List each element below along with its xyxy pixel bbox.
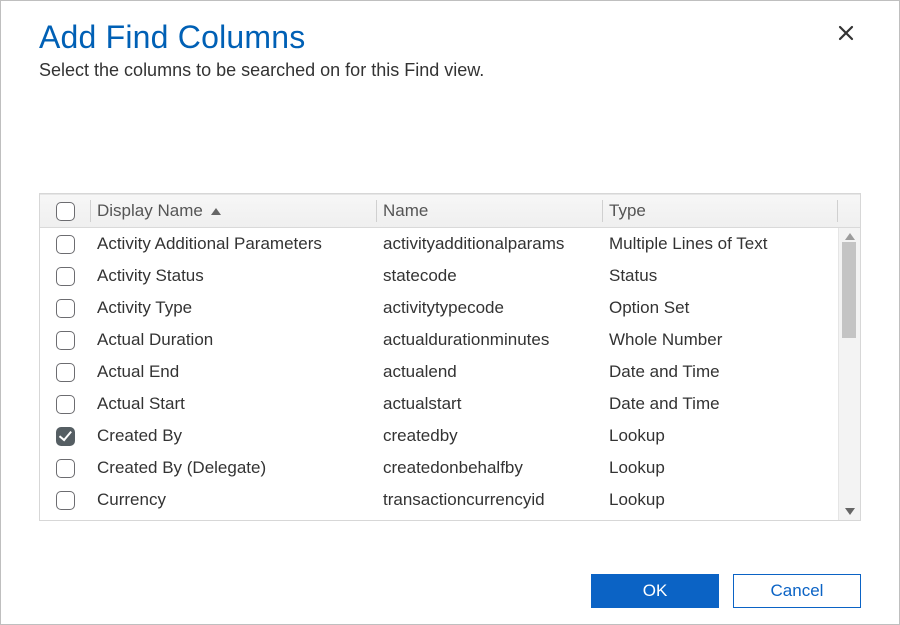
table-row[interactable]: Actual StartactualstartDate and Time xyxy=(40,388,838,420)
grid-body: Activity Additional Parametersactivityad… xyxy=(40,228,860,520)
table-row[interactable]: Activity TypeactivitytypecodeOption Set xyxy=(40,292,838,324)
sort-ascending-icon xyxy=(211,208,221,215)
table-row[interactable]: Created BycreatedbyLookup xyxy=(40,420,838,452)
column-header-type[interactable]: Type xyxy=(603,201,837,221)
cell-display-name: Activity Type xyxy=(91,298,376,318)
row-checkbox[interactable] xyxy=(56,395,75,414)
column-divider xyxy=(837,200,838,222)
cell-name: transactioncurrencyid xyxy=(377,490,602,510)
cell-display-name: Actual Start xyxy=(91,394,376,414)
dialog-title: Add Find Columns xyxy=(39,19,305,56)
close-button[interactable] xyxy=(831,19,861,49)
row-checkbox[interactable] xyxy=(56,427,75,446)
cell-type: Lookup xyxy=(603,426,838,446)
column-header-label: Name xyxy=(383,201,428,220)
cell-type: Date and Time xyxy=(603,394,838,414)
cell-type: Status xyxy=(603,266,838,286)
table-row[interactable]: Actual EndactualendDate and Time xyxy=(40,356,838,388)
cell-name: createdonbehalfby xyxy=(377,458,602,478)
table-row[interactable]: Actual DurationactualdurationminutesWhol… xyxy=(40,324,838,356)
table-row[interactable]: Created By (Delegate)createdonbehalfbyLo… xyxy=(40,452,838,484)
vertical-scrollbar[interactable] xyxy=(838,228,860,520)
cell-name: actualstart xyxy=(377,394,602,414)
table-row[interactable]: CurrencytransactioncurrencyidLookup xyxy=(40,484,838,516)
cell-type: Whole Number xyxy=(603,330,838,350)
scroll-down-icon[interactable] xyxy=(845,508,855,515)
column-header-label: Display Name xyxy=(97,201,203,221)
cell-display-name: Currency xyxy=(91,490,376,510)
row-checkbox[interactable] xyxy=(56,267,75,286)
column-header-label: Type xyxy=(609,201,646,220)
row-checkbox[interactable] xyxy=(56,235,75,254)
column-header-display-name[interactable]: Display Name xyxy=(91,201,376,221)
scroll-thumb[interactable] xyxy=(842,242,856,338)
cell-type: Multiple Lines of Text xyxy=(603,234,838,254)
cell-display-name: Activity Additional Parameters xyxy=(91,234,376,254)
dialog-footer: OK Cancel xyxy=(591,574,861,608)
cell-name: createdby xyxy=(377,426,602,446)
cell-name: statecode xyxy=(377,266,602,286)
cell-type: Option Set xyxy=(603,298,838,318)
row-checkbox[interactable] xyxy=(56,459,75,478)
cell-name: activityadditionalparams xyxy=(377,234,602,254)
cell-display-name: Actual Duration xyxy=(91,330,376,350)
cancel-button[interactable]: Cancel xyxy=(733,574,861,608)
select-all-checkbox[interactable] xyxy=(56,202,75,221)
cell-type: Date and Time xyxy=(603,362,838,382)
cell-display-name: Created By (Delegate) xyxy=(91,458,376,478)
cell-display-name: Activity Status xyxy=(91,266,376,286)
cell-display-name: Created By xyxy=(91,426,376,446)
cell-display-name: Actual End xyxy=(91,362,376,382)
row-checkbox[interactable] xyxy=(56,331,75,350)
ok-button[interactable]: OK xyxy=(591,574,719,608)
row-checkbox[interactable] xyxy=(56,491,75,510)
columns-grid: Display Name Name Type Activity Addition… xyxy=(39,193,861,521)
table-row[interactable]: Activity StatusstatecodeStatus xyxy=(40,260,838,292)
scroll-up-icon[interactable] xyxy=(845,233,855,240)
close-icon xyxy=(838,21,854,47)
cell-type: Lookup xyxy=(603,490,838,510)
cell-type: Lookup xyxy=(603,458,838,478)
cell-name: actualdurationminutes xyxy=(377,330,602,350)
table-row[interactable]: Activity Additional Parametersactivityad… xyxy=(40,228,838,260)
row-checkbox[interactable] xyxy=(56,299,75,318)
cell-name: actualend xyxy=(377,362,602,382)
dialog-subtitle: Select the columns to be searched on for… xyxy=(39,60,861,81)
dialog-header: Add Find Columns xyxy=(39,13,861,58)
row-checkbox[interactable] xyxy=(56,363,75,382)
add-find-columns-dialog: Add Find Columns Select the columns to b… xyxy=(0,0,900,625)
cell-name: activitytypecode xyxy=(377,298,602,318)
grid-header-row: Display Name Name Type xyxy=(40,194,860,228)
column-header-name[interactable]: Name xyxy=(377,201,602,221)
